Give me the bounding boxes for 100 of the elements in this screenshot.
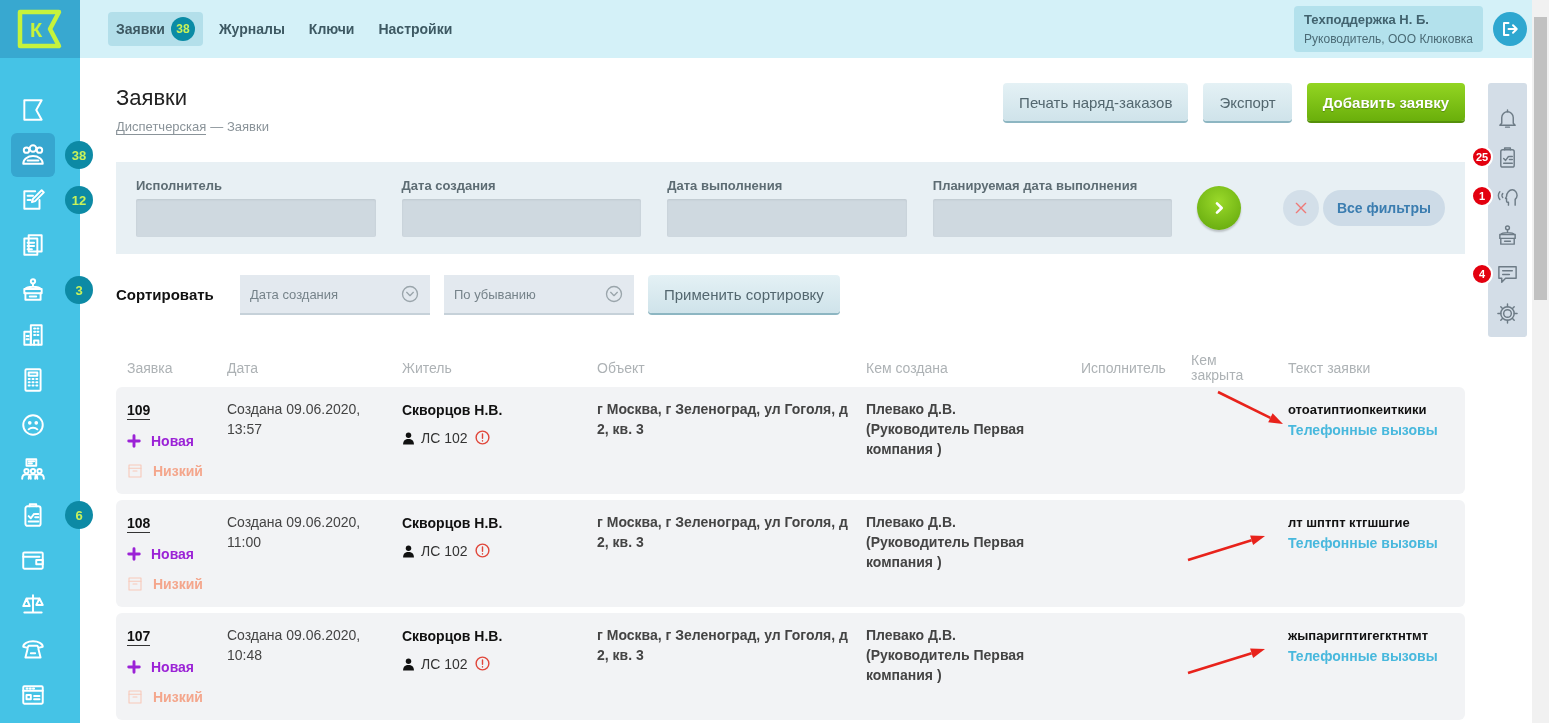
column-header: Кем закрыта — [1191, 353, 1245, 383]
account-number: ЛС 102 — [421, 655, 468, 672]
card-icon — [20, 682, 46, 708]
logout-icon — [1501, 20, 1519, 38]
count-badge: 6 — [65, 501, 93, 529]
chevron-down-icon — [400, 284, 420, 304]
priority-label: Низкий — [153, 576, 203, 592]
filter-label: Дата выполнения — [667, 177, 784, 193]
ticket-row[interactable]: 109 Новая Низкий Создана 09.06.2020, 13:57 Скворцов Н.В. ЛС 102 г Москва, г Зеленоград, ул Гоголя, д 2, кв. 3 Плевако Д.В. (Руководитель Первая компания ) отоатиптиопкеиткики Телефонные вызовы — [116, 387, 1465, 494]
ticket-number[interactable]: 107 — [127, 628, 151, 646]
filter-input[interactable] — [932, 198, 1173, 237]
action-button[interactable]: Печать наряд-заказов — [1003, 83, 1189, 121]
all-filters-button[interactable]: Все фильтры — [1322, 190, 1445, 226]
resident-name: Скворцов Н.В. — [402, 628, 504, 644]
alert-icon — [473, 655, 491, 672]
date-cell-text: Создана 09.06.2020, 10:48 — [227, 626, 362, 665]
filter-label: Планируемая дата выполнения — [932, 177, 1139, 193]
annotation-arrow — [1217, 390, 1283, 424]
count-badge: 3 — [65, 276, 93, 304]
chat-icon[interactable] — [1496, 263, 1519, 286]
status-label: Новая — [151, 546, 195, 562]
filter-input[interactable] — [667, 198, 907, 237]
close-icon — [1293, 200, 1309, 216]
plus-icon — [127, 434, 141, 448]
date-cell-text: Создана 09.06.2020, 13:57 — [227, 400, 362, 439]
person-icon — [402, 543, 415, 558]
sort-label: Сортировать — [116, 285, 215, 303]
column-header: Объект — [597, 360, 646, 376]
flag-icon — [20, 97, 46, 123]
sort-select[interactable]: По убыванию — [444, 275, 634, 313]
nav-tab[interactable]: Заявки 38 — [108, 12, 203, 46]
resident-name: Скворцов Н.В. — [402, 402, 504, 418]
filter-label: Исполнитель — [136, 177, 223, 193]
clear-filters-button[interactable] — [1283, 190, 1319, 226]
settings-icon[interactable] — [1496, 302, 1519, 325]
apply-filters-button[interactable] — [1197, 186, 1242, 230]
ticket-row[interactable]: 107 Новая Низкий Создана 09.06.2020, 10:48 Скворцов Н.В. ЛС 102 г Москва, г Зеленоград, ул Гоголя, д 2, кв. 3 Плевако Д.В. (Руководитель Первая компания ) жыпаригптигегктнтмт Телефонные вызовы — [116, 613, 1465, 720]
address-cell-text: г Москва, г Зеленоград, ул Гоголя, д 2, кв. 3 — [597, 626, 849, 665]
column-header: Текст заявки — [1288, 360, 1372, 376]
page-title: Заявки — [116, 85, 189, 112]
desk-icon — [20, 277, 46, 303]
filter-input[interactable] — [136, 198, 376, 237]
plus-icon — [127, 660, 141, 674]
sort-select[interactable]: Дата создания — [240, 275, 430, 313]
desk-icon[interactable] — [1496, 224, 1519, 247]
apply-sort-button[interactable]: Применить сортировку — [648, 275, 840, 313]
count-badge: 4 — [1471, 263, 1493, 285]
address-cell-text: г Москва, г Зеленоград, ул Гоголя, д 2, кв. 3 — [597, 400, 849, 439]
user-card[interactable]: Техподдержка Н. Б. Руководитель, ООО Клюковка — [1294, 6, 1483, 52]
documents-icon — [20, 232, 46, 258]
count-badge: 1 — [1471, 185, 1493, 207]
filter-label: Дата создания — [401, 177, 497, 193]
address-cell-text: г Москва, г Зеленоград, ул Гоголя, д 2, кв. 3 — [597, 513, 849, 552]
status-label: Новая — [151, 433, 195, 449]
sad-face-icon — [20, 412, 46, 438]
edit-icon — [20, 187, 46, 213]
priority-label: Низкий — [153, 463, 203, 479]
person-icon — [402, 656, 415, 671]
box-icon — [127, 689, 143, 705]
nav-tab[interactable]: Настройки — [370, 12, 461, 46]
column-header: Кем создана — [866, 360, 949, 376]
box-icon — [127, 576, 143, 592]
creator-cell-text: Плевако Д.В. (Руководитель Первая компания ) — [866, 626, 1026, 685]
status-label: Новая — [151, 659, 195, 675]
priority-label: Низкий — [153, 689, 203, 705]
building-icon — [20, 322, 46, 348]
resident-name: Скворцов Н.В. — [402, 515, 504, 531]
creator-cell-text: Плевако Д.В. (Руководитель Первая компания ) — [866, 400, 1026, 459]
date-cell-text: Создана 09.06.2020, 11:00 — [227, 513, 362, 552]
column-header: Заявка — [127, 360, 174, 376]
nav-tab[interactable]: Ключи — [300, 12, 363, 46]
account-number: ЛС 102 — [421, 429, 468, 446]
ticket-number[interactable]: 109 — [127, 402, 151, 420]
scrollbar-thumb[interactable] — [1534, 17, 1547, 300]
ticket-text: лт шптпт ктгшшгие — [1288, 515, 1411, 530]
alert-icon — [473, 542, 491, 559]
nav-tab[interactable]: Журналы — [210, 12, 293, 46]
count-badge: 38 — [65, 141, 93, 169]
filter-input[interactable] — [401, 198, 642, 237]
breadcrumb-link[interactable]: Диспетчерская — [116, 119, 207, 136]
user-name: Техподдержка Н. Б. — [1304, 12, 1430, 27]
breadcrumb-current: — Заявки — [210, 119, 269, 136]
column-header: Дата — [227, 360, 259, 376]
ticket-number[interactable]: 108 — [127, 515, 151, 533]
ticket-row[interactable]: 108 Новая Низкий Создана 09.06.2020, 11:00 Скворцов Н.В. ЛС 102 г Москва, г Зеленоград, ул Гоголя, д 2, кв. 3 Плевако Д.В. (Руководитель Первая компания ) лт шптпт ктгшшгие Телефонные вызовы — [116, 500, 1465, 607]
people-icon — [20, 142, 46, 168]
user-role: Руководитель, ООО Клюковка — [1304, 32, 1473, 46]
column-header: Житель — [402, 360, 453, 376]
logout-button[interactable] — [1493, 12, 1527, 46]
plus-icon — [127, 547, 141, 561]
ticket-text: отоатиптиопкеиткики — [1288, 402, 1428, 417]
notifications-icon[interactable] — [1496, 107, 1519, 130]
count-badge: 38 — [170, 17, 195, 41]
alert-icon — [473, 429, 491, 446]
chevron-down-icon — [604, 284, 624, 304]
action-button[interactable]: Экспорт — [1203, 83, 1292, 121]
sidebar-item[interactable] — [11, 133, 55, 177]
person-icon — [402, 430, 415, 445]
group-icon — [20, 457, 46, 483]
column-header: Исполнитель — [1081, 360, 1167, 376]
